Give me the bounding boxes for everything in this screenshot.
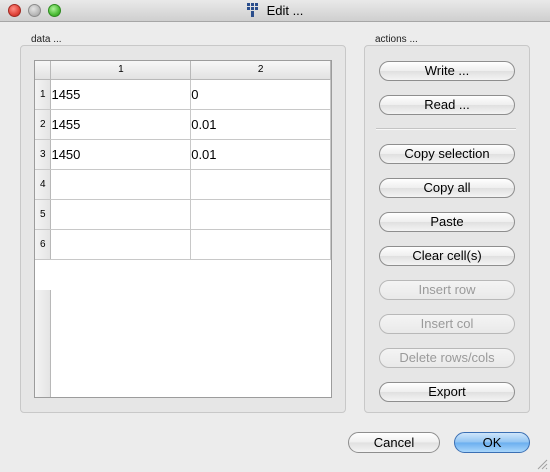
table-cell[interactable]: 0.01 xyxy=(190,109,331,140)
table-cell[interactable] xyxy=(50,199,192,230)
table-cell[interactable]: 1455 xyxy=(50,109,192,140)
window-title-area: Edit ... xyxy=(0,3,550,18)
table-row: 2 1455 0.01 xyxy=(35,109,331,140)
table-row: 5 xyxy=(35,199,331,230)
data-grid[interactable]: 1 2 1 1455 0 2 1455 0.01 3 1450 0.01 4 5 xyxy=(34,60,332,398)
read-button[interactable]: Read ... xyxy=(379,95,515,115)
cancel-button[interactable]: Cancel xyxy=(348,432,440,453)
table-cell[interactable] xyxy=(50,169,192,200)
resize-grip-icon[interactable] xyxy=(536,458,548,470)
window-title: Edit ... xyxy=(266,3,304,18)
table-cell[interactable] xyxy=(190,169,331,200)
row-header[interactable]: 6 xyxy=(35,229,52,260)
row-header[interactable]: 1 xyxy=(35,79,52,110)
insert-row-button[interactable]: Insert row xyxy=(379,280,515,300)
row-header[interactable]: 5 xyxy=(35,199,52,230)
table-cell[interactable]: 0.01 xyxy=(190,139,331,170)
grid-corner[interactable] xyxy=(35,61,52,80)
app-icon xyxy=(246,3,258,17)
actions-divider xyxy=(376,128,516,130)
data-panel-label: data ... xyxy=(31,34,62,45)
table-row: 1 1455 0 xyxy=(35,79,331,110)
write-button[interactable]: Write ... xyxy=(379,61,515,81)
copy-selection-button[interactable]: Copy selection xyxy=(379,144,515,164)
column-header-1[interactable]: 1 xyxy=(50,61,192,80)
row-header-strip xyxy=(35,290,51,397)
column-header-2[interactable]: 2 xyxy=(190,61,331,80)
data-table: 1 2 1 1455 0 2 1455 0.01 3 1450 0.01 4 5 xyxy=(35,61,331,260)
table-row: 3 1450 0.01 xyxy=(35,139,331,170)
row-header[interactable]: 2 xyxy=(35,109,52,140)
delete-rows-cols-button[interactable]: Delete rows/cols xyxy=(379,348,515,368)
table-cell[interactable] xyxy=(190,199,331,230)
clear-cells-button[interactable]: Clear cell(s) xyxy=(379,246,515,266)
actions-panel-label: actions ... xyxy=(375,34,418,45)
table-cell[interactable] xyxy=(190,229,331,260)
ok-button[interactable]: OK xyxy=(454,432,530,453)
table-cell[interactable] xyxy=(50,229,192,260)
insert-col-button[interactable]: Insert col xyxy=(379,314,515,334)
copy-all-button[interactable]: Copy all xyxy=(379,178,515,198)
export-button[interactable]: Export xyxy=(379,382,515,402)
title-bar: Edit ... xyxy=(0,0,550,22)
table-cell[interactable]: 1450 xyxy=(50,139,192,170)
table-row: 4 xyxy=(35,169,331,200)
paste-button[interactable]: Paste xyxy=(379,212,515,232)
row-header[interactable]: 4 xyxy=(35,169,52,200)
table-cell[interactable]: 1455 xyxy=(50,79,192,110)
row-header[interactable]: 3 xyxy=(35,139,52,170)
table-cell[interactable]: 0 xyxy=(190,79,331,110)
table-row: 6 xyxy=(35,229,331,260)
